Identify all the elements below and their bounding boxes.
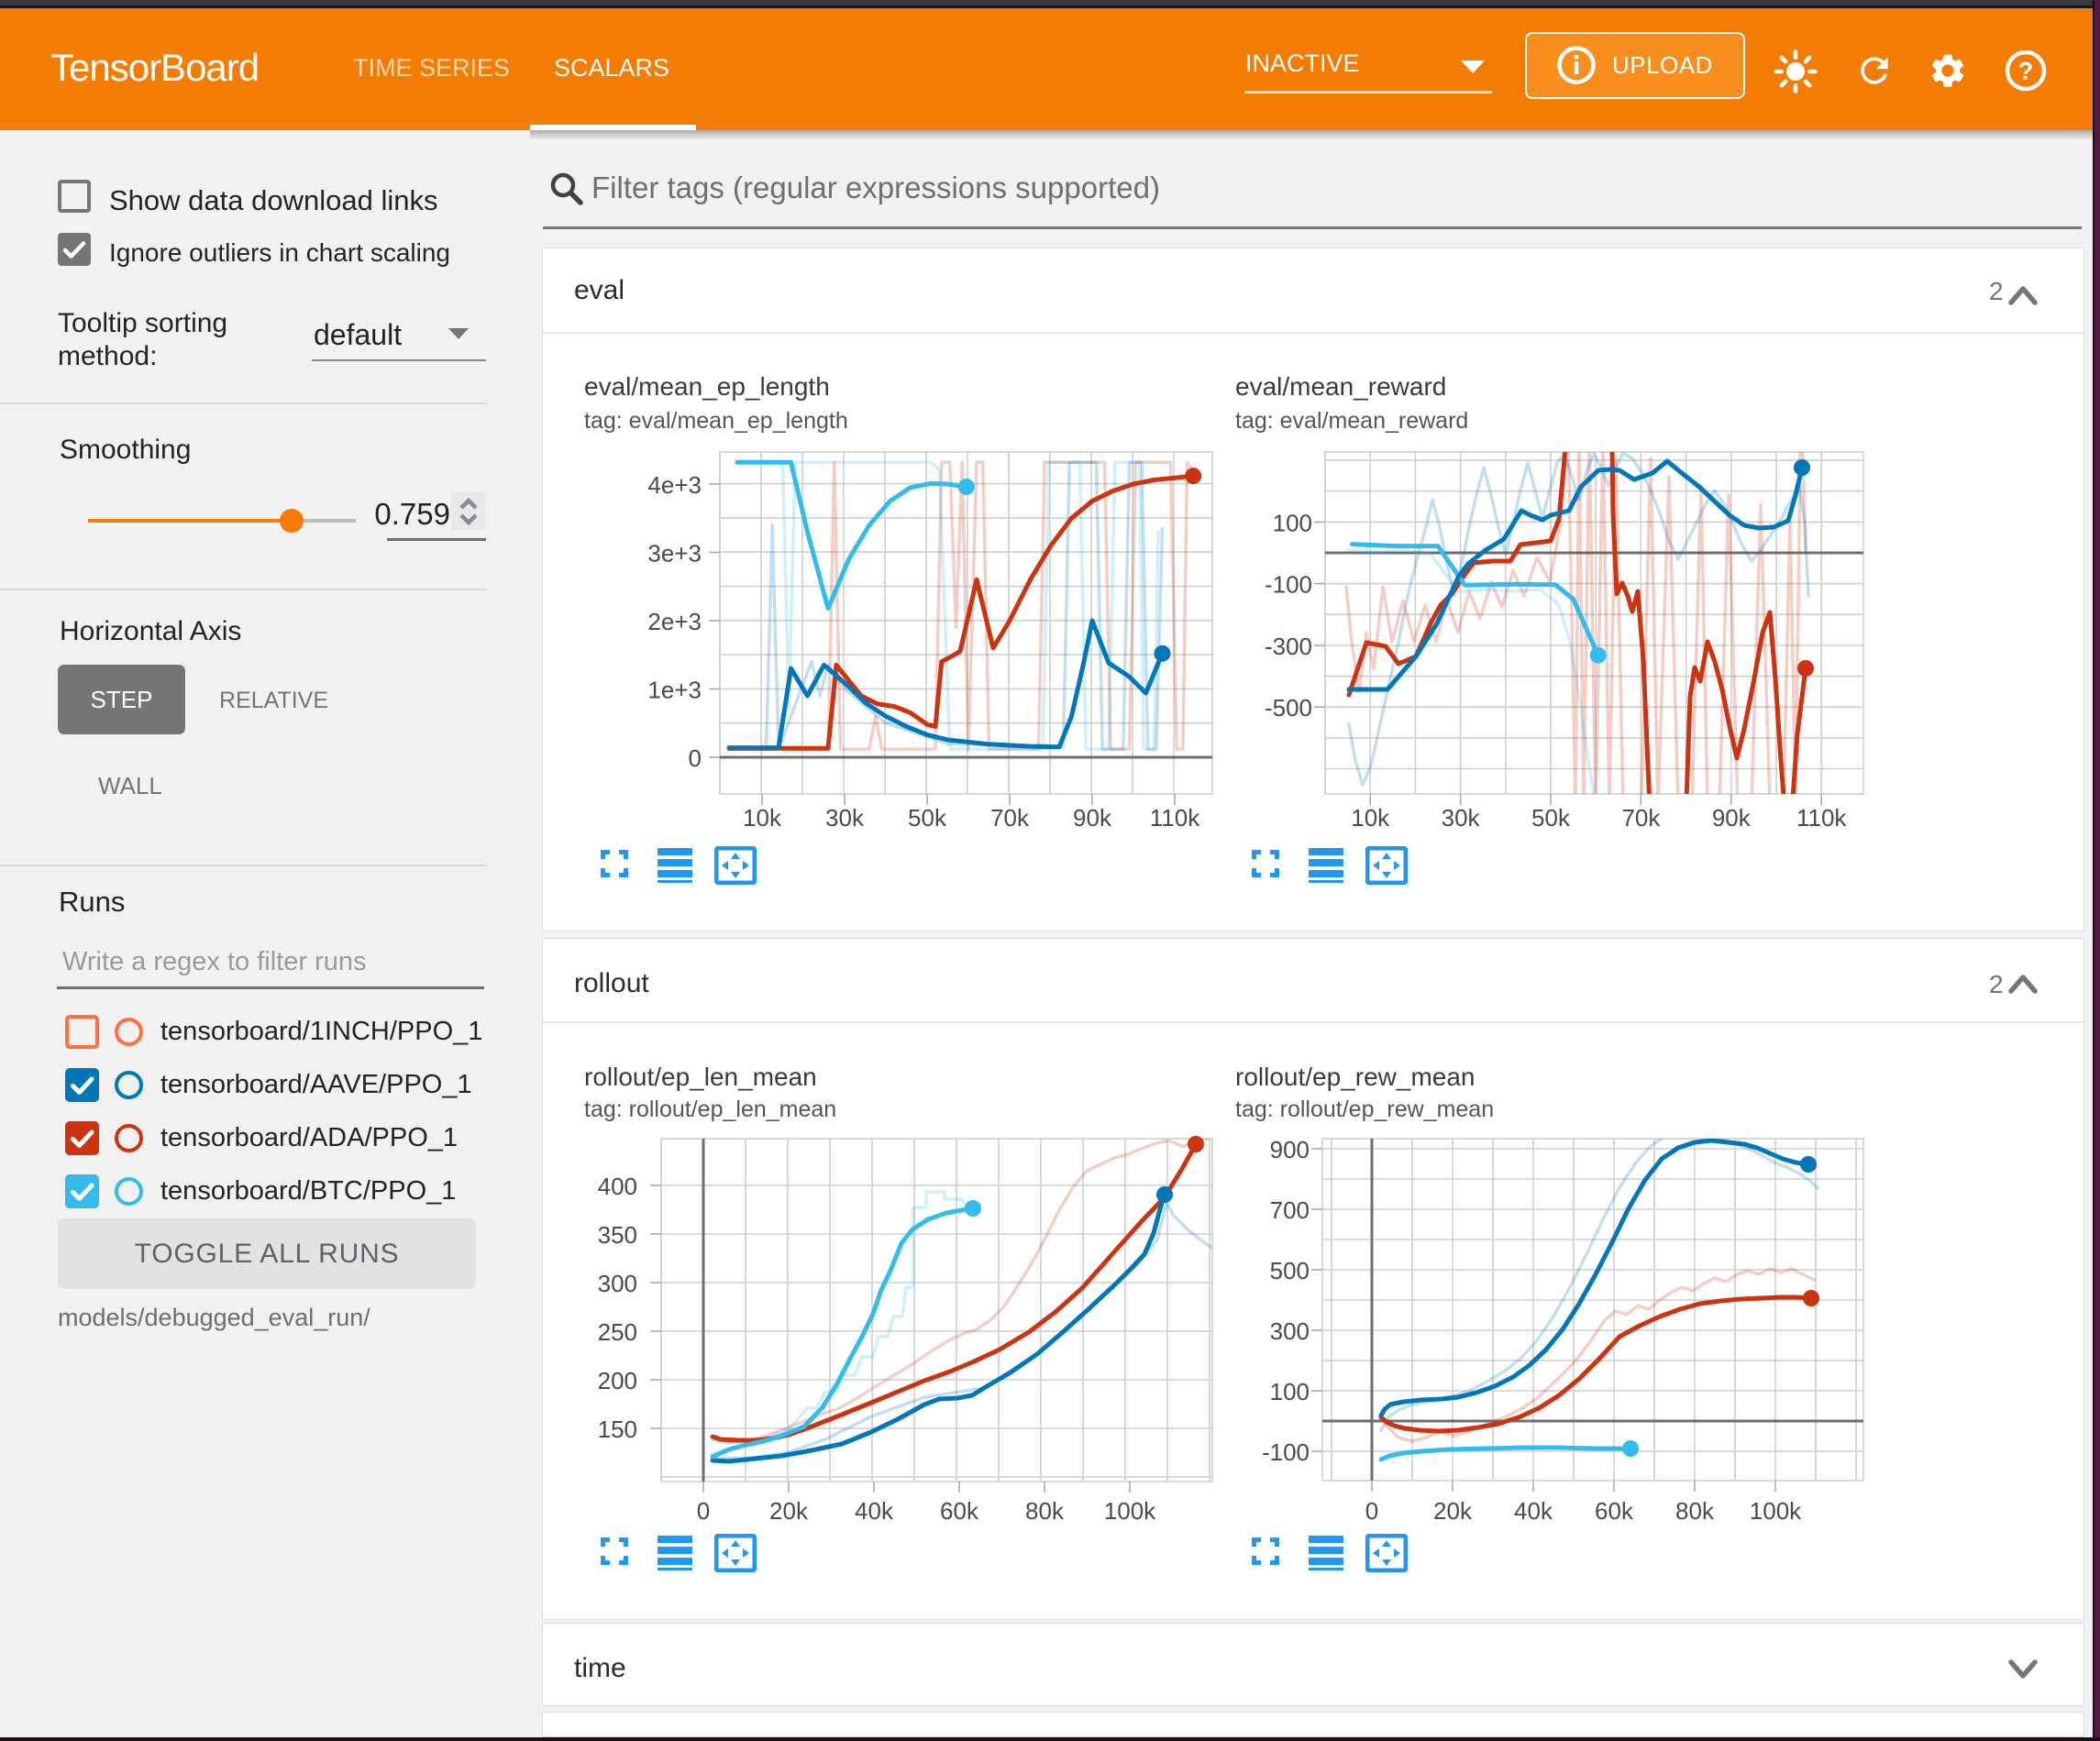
svg-text:110k: 110k <box>1150 804 1200 832</box>
svg-text:1e+3: 1e+3 <box>647 677 702 704</box>
svg-text:40k: 40k <box>1514 1497 1553 1525</box>
svg-text:4e+3: 4e+3 <box>647 471 702 499</box>
svg-text:80k: 80k <box>1675 1497 1715 1525</box>
svg-text:300: 300 <box>598 1270 637 1297</box>
svg-text:100k: 100k <box>1104 1497 1156 1525</box>
svg-text:10k: 10k <box>743 804 782 832</box>
svg-text:0: 0 <box>689 744 702 772</box>
svg-text:90k: 90k <box>1073 804 1112 832</box>
svg-text:30k: 30k <box>1442 804 1481 832</box>
svg-text:350: 350 <box>598 1221 637 1249</box>
svg-text:300: 300 <box>1270 1317 1310 1345</box>
svg-text:10k: 10k <box>1351 804 1390 832</box>
svg-text:-100: -100 <box>1265 571 1312 599</box>
svg-text:-100: -100 <box>1262 1438 1310 1466</box>
svg-text:900: 900 <box>1270 1136 1310 1163</box>
svg-text:20k: 20k <box>1433 1497 1473 1525</box>
svg-text:?: ? <box>2018 58 2034 85</box>
svg-text:50k: 50k <box>1531 804 1571 832</box>
svg-text:60k: 60k <box>1595 1497 1634 1525</box>
svg-text:90k: 90k <box>1712 804 1752 832</box>
svg-text:70k: 70k <box>990 804 1030 832</box>
svg-text:20k: 20k <box>769 1497 809 1525</box>
svg-text:-500: -500 <box>1265 694 1312 722</box>
svg-text:250: 250 <box>598 1318 637 1346</box>
svg-text:150: 150 <box>598 1416 637 1443</box>
svg-text:110k: 110k <box>1796 804 1847 832</box>
svg-text:-300: -300 <box>1265 633 1312 660</box>
svg-text:3e+3: 3e+3 <box>647 540 702 567</box>
svg-text:60k: 60k <box>940 1497 979 1525</box>
svg-text:0: 0 <box>1365 1497 1378 1525</box>
svg-text:70k: 70k <box>1621 804 1661 832</box>
svg-text:2e+3: 2e+3 <box>647 608 702 635</box>
svg-text:100: 100 <box>1270 1378 1310 1405</box>
svg-text:700: 700 <box>1270 1196 1310 1224</box>
svg-text:500: 500 <box>1270 1257 1310 1284</box>
svg-text:40k: 40k <box>855 1497 894 1525</box>
svg-text:0: 0 <box>697 1497 710 1525</box>
svg-text:200: 200 <box>598 1367 637 1394</box>
svg-text:50k: 50k <box>908 804 947 832</box>
svg-text:400: 400 <box>598 1173 637 1200</box>
svg-text:100k: 100k <box>1750 1497 1802 1525</box>
svg-text:80k: 80k <box>1025 1497 1065 1525</box>
svg-text:100: 100 <box>1273 509 1312 536</box>
svg-text:30k: 30k <box>825 804 865 832</box>
